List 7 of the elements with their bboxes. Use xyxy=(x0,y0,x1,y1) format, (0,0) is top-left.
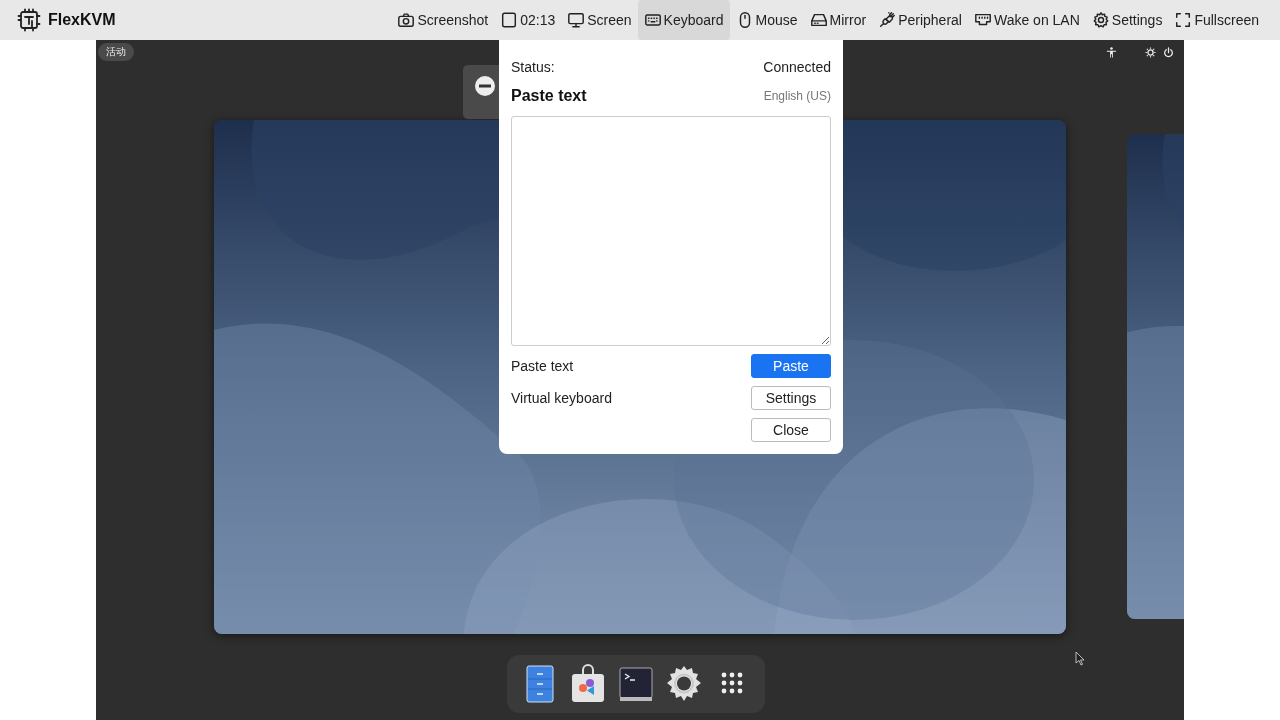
status-label: Status: xyxy=(511,59,555,75)
keyboard-layout-label: English (US) xyxy=(763,89,831,103)
app-title: FlexKVM xyxy=(48,11,116,29)
row-label: Paste text xyxy=(511,358,574,374)
status-value: Connected xyxy=(763,59,831,75)
panel-title: Paste text xyxy=(511,87,587,105)
row-label: Virtual keyboard xyxy=(511,390,612,406)
